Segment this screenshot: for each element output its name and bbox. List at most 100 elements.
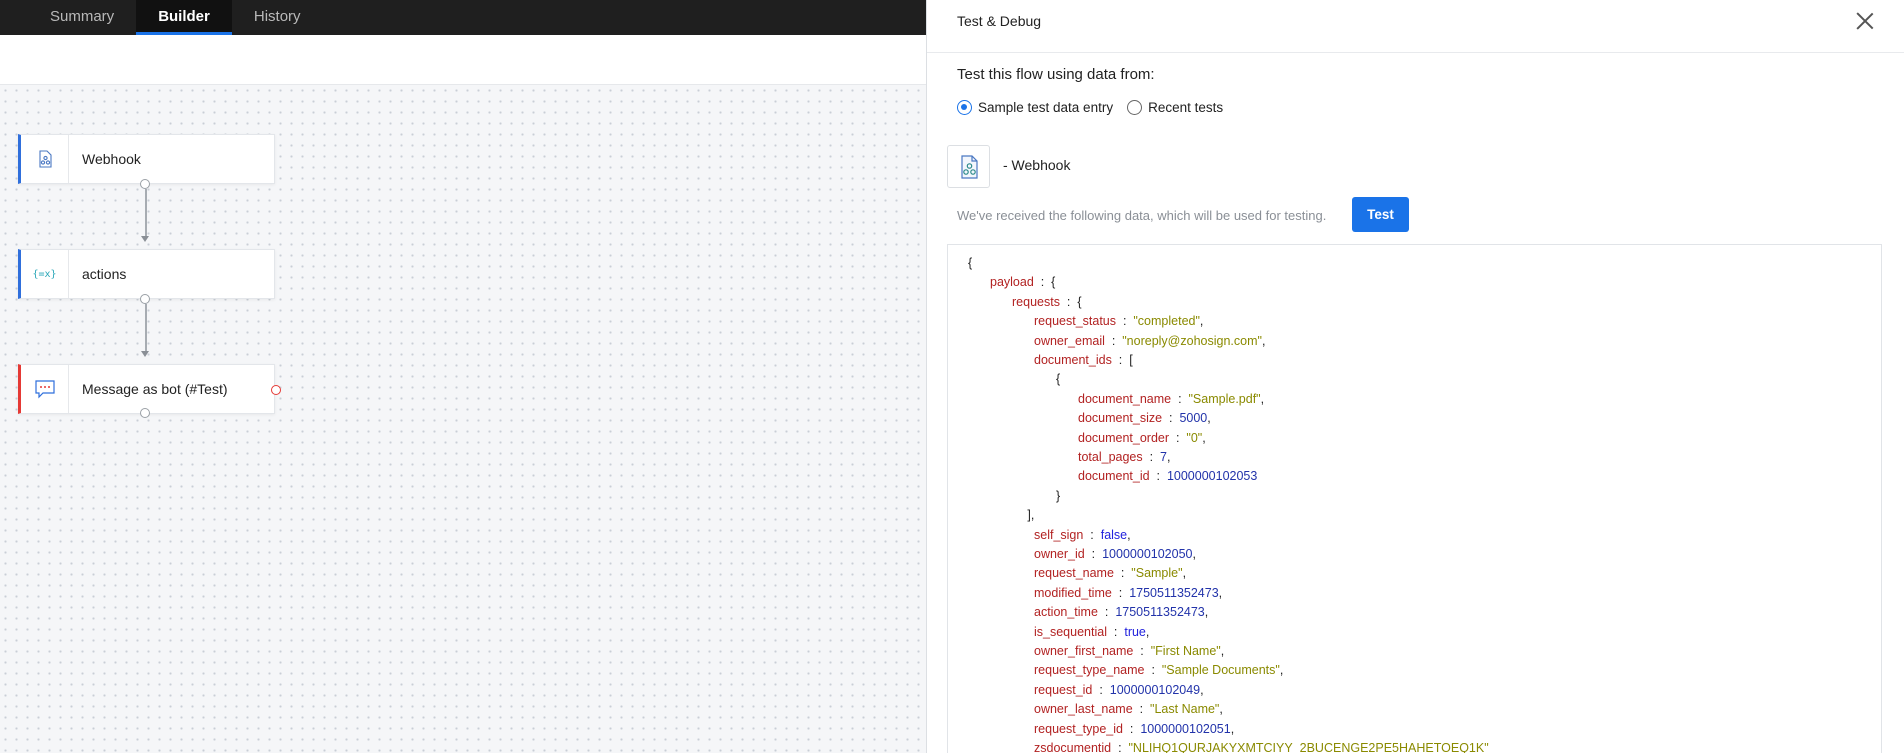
webhook-icon — [947, 145, 990, 188]
json-key: zsdocumentid — [1034, 741, 1112, 753]
json-punctuation: } — [1056, 488, 1061, 503]
flow-node-actions[interactable]: {=x} actions — [18, 249, 275, 299]
json-value: "noreply@zohosign.com" — [1122, 333, 1262, 348]
json-value: 1000000102051 — [1140, 721, 1231, 736]
json-punctuation: { — [968, 256, 973, 270]
json-line: is_sequential : true, — [1034, 624, 1150, 639]
connector-arrow-icon — [141, 236, 149, 242]
json-key: owner_last_name — [1034, 702, 1133, 717]
json-value: 1000000102049 — [1109, 682, 1201, 697]
tab-history[interactable]: History — [232, 0, 323, 32]
json-line: { — [968, 254, 972, 272]
chat-bubble-icon — [21, 365, 69, 413]
json-key: document_id — [1078, 469, 1150, 484]
json-data-viewer: { payload : { requests : { request_status :… — [947, 244, 1882, 753]
json-key: document_ids — [1034, 353, 1112, 367]
json-key: request_status — [1034, 314, 1116, 329]
json-value: 1000000102053 — [1166, 469, 1258, 484]
connector-line — [145, 189, 147, 237]
json-key: modified_time — [1034, 585, 1112, 600]
json-key: owner_email — [1034, 333, 1105, 348]
json-value: 5000 — [1179, 411, 1208, 426]
node-label: actions — [82, 266, 127, 282]
json-key: self_sign — [1034, 527, 1084, 542]
json-value: "Sample.pdf" — [1188, 391, 1261, 406]
json-line: action_time : 1750511352473, — [1034, 605, 1209, 620]
json-line: document_name : "Sample.pdf", — [1078, 391, 1265, 406]
test-debug-panel: Test & Debug Test this flow using data f… — [926, 0, 1904, 753]
json-line: owner_last_name : "Last Name", — [1034, 702, 1223, 717]
test-source-radio-group: Sample test data entry Recent tests — [957, 100, 1223, 115]
json-value: "Sample Documents" — [1161, 663, 1280, 678]
json-key: document_name — [1078, 391, 1172, 406]
builder-toolbar — [0, 35, 926, 85]
json-value: "First Name" — [1150, 644, 1221, 658]
json-line: { — [1056, 370, 1060, 388]
test-data-info: We've received the following data, which… — [957, 208, 1327, 223]
json-key: action_time — [1034, 605, 1098, 620]
radio-label: Sample test data entry — [978, 100, 1114, 115]
json-value: false — [1100, 527, 1128, 542]
json-value: 1750511352473 — [1129, 585, 1219, 600]
json-key: request_id — [1034, 682, 1093, 697]
connector-arrow-icon — [141, 351, 149, 357]
radio-recent-tests[interactable]: Recent tests — [1127, 100, 1223, 115]
json-key: is_sequential — [1034, 624, 1107, 639]
node-output-port[interactable] — [140, 294, 150, 304]
json-line: } — [1056, 487, 1060, 505]
json-line: owner_first_name : "First Name", — [1034, 644, 1225, 658]
json-line: requests : { — [1012, 294, 1082, 309]
node-output-port[interactable] — [140, 408, 150, 418]
json-value: "0" — [1186, 430, 1203, 445]
json-key: document_size — [1078, 411, 1163, 426]
json-line: request_type_id : 1000000102051, — [1034, 721, 1235, 736]
json-line: ], — [1027, 506, 1034, 524]
trigger-name: - Webhook — [1003, 157, 1071, 173]
json-line: request_name : "Sample", — [1034, 566, 1187, 581]
json-value: 7 — [1160, 450, 1167, 464]
top-tab-bar: Summary Builder History — [0, 0, 926, 35]
json-key: total_pages — [1078, 450, 1143, 464]
flow-node-webhook[interactable]: Webhook — [18, 134, 275, 184]
radio-unselected-icon[interactable] — [1127, 100, 1143, 115]
node-error-port[interactable] — [271, 385, 281, 395]
json-line: total_pages : 7, — [1078, 450, 1171, 464]
tab-summary[interactable]: Summary — [28, 0, 136, 32]
json-line: payload : { — [990, 275, 1056, 290]
test-source-title: Test this flow using data from: — [957, 66, 1155, 83]
json-value: "completed" — [1133, 314, 1200, 329]
json-value: "Last Name" — [1150, 702, 1220, 717]
panel-title: Test & Debug — [957, 13, 1042, 29]
radio-sample-test-data[interactable]: Sample test data entry — [957, 100, 1113, 115]
json-line: document_ids : [ — [1034, 353, 1133, 367]
json-key: document_order — [1078, 430, 1170, 445]
tab-builder[interactable]: Builder — [136, 0, 232, 35]
json-punctuation: { — [1056, 372, 1061, 387]
flow-canvas[interactable]: Webhook {=x} actions Message as bot (#Te… — [0, 85, 926, 753]
json-line: zsdocumentid : "NLIHQ1QURJAKYXMTCIYY_2BU… — [1034, 741, 1489, 753]
json-line: request_status : "completed", — [1034, 314, 1204, 329]
json-key: request_type_name — [1034, 663, 1145, 678]
json-value: "Sample" — [1131, 566, 1183, 581]
json-key: request_name — [1034, 566, 1114, 581]
json-line: self_sign : false, — [1034, 527, 1131, 542]
json-key: owner_id — [1034, 547, 1085, 561]
json-line: owner_email : "noreply@zohosign.com", — [1034, 333, 1266, 348]
json-line: document_id : 1000000102053 — [1078, 469, 1258, 484]
json-line: document_size : 5000, — [1078, 411, 1211, 426]
json-line: modified_time : 1750511352473, — [1034, 585, 1223, 600]
json-key: owner_first_name — [1034, 644, 1134, 658]
close-icon[interactable] — [1854, 10, 1876, 32]
node-label: Message as bot (#Test) — [82, 381, 228, 397]
test-button[interactable]: Test — [1352, 197, 1409, 232]
json-line: request_id : 1000000102049, — [1034, 682, 1204, 697]
json-value: "NLIHQ1QURJAKYXMTCIYY_2BUCENGE2PE5HAHETO… — [1128, 741, 1489, 753]
node-output-port[interactable] — [140, 179, 150, 189]
node-label: Webhook — [82, 151, 141, 167]
radio-selected-icon[interactable] — [957, 100, 972, 115]
json-value: true — [1124, 624, 1146, 639]
radio-label: Recent tests — [1148, 100, 1224, 115]
json-line: owner_id : 1000000102050, — [1034, 547, 1196, 561]
flow-node-message-as-bot[interactable]: Message as bot (#Test) — [18, 364, 275, 414]
panel-header: Test & Debug — [927, 0, 1904, 53]
